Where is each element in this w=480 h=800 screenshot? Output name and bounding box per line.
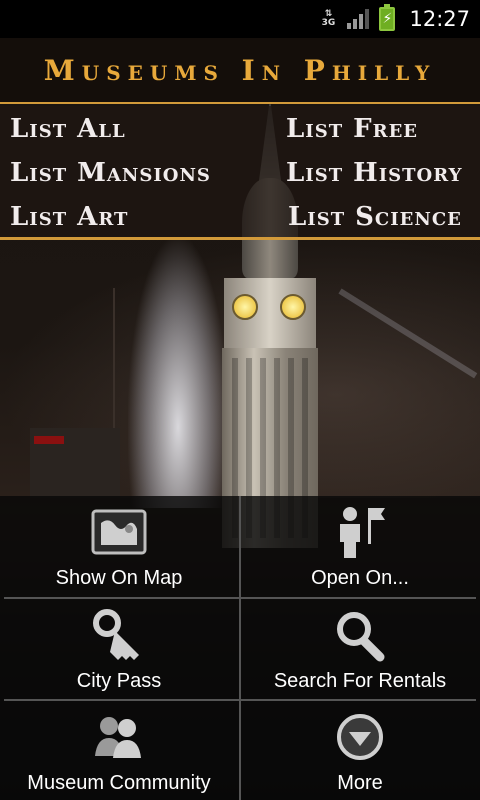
list-all-link[interactable]: List All: [10, 114, 126, 144]
show-on-map-button[interactable]: Show On Map: [0, 496, 238, 596]
network-indicator: ⇅ 3G: [321, 9, 336, 28]
city-pass-button[interactable]: City Pass: [0, 599, 238, 699]
signal-icon: [347, 9, 370, 29]
network-type: 3G: [321, 18, 336, 28]
list-free-link[interactable]: List Free: [286, 114, 418, 144]
category-list: List All List Free List Mansions List Hi…: [0, 106, 480, 240]
museum-community-button[interactable]: Museum Community: [0, 701, 238, 800]
main-menu-grid: Show On Map Open On... City Pass Search …: [0, 496, 480, 800]
app-title: Museums In Philly: [43, 53, 437, 87]
show-on-map-label: Show On Map: [55, 567, 183, 589]
app-header: Museums In Philly: [0, 38, 480, 104]
city-pass-label: City Pass: [76, 670, 162, 692]
open-on-label: Open On...: [311, 567, 409, 589]
fountain: [128, 238, 228, 508]
status-clock: 12:27: [409, 7, 470, 31]
list-art-link[interactable]: List Art: [10, 202, 128, 232]
search-icon: [330, 606, 390, 664]
more-label: More: [337, 772, 383, 794]
list-science-link[interactable]: List Science: [288, 202, 462, 232]
list-mansions-link[interactable]: List Mansions: [10, 158, 211, 188]
more-button[interactable]: More: [241, 701, 479, 800]
open-on-button[interactable]: Open On...: [241, 496, 479, 596]
battery-charging-icon: ⚡: [379, 4, 396, 31]
status-bar: ⇅ 3G ⚡ 12:27: [0, 0, 480, 38]
search-rentals-label: Search For Rentals: [273, 670, 447, 692]
map-icon: [89, 503, 149, 561]
person-flag-icon: [330, 503, 390, 561]
clock-face-icon: [232, 294, 258, 320]
people-icon: [89, 708, 149, 766]
key-icon: [89, 606, 149, 664]
list-history-link[interactable]: List History: [286, 158, 462, 188]
museum-community-label: Museum Community: [27, 772, 211, 794]
more-down-icon: [330, 708, 390, 766]
clock-face-icon: [280, 294, 306, 320]
search-rentals-button[interactable]: Search For Rentals: [241, 599, 479, 699]
